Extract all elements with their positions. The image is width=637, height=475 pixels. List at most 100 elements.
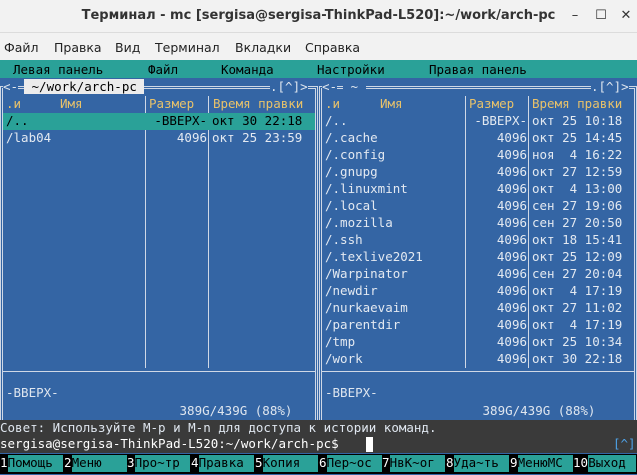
file-mtime: сен 27 20:50 [532, 215, 623, 230]
file-row[interactable]: /newdir 4096 окт 4 17:19 [322, 283, 634, 300]
file-row[interactable]: /tmp 4096 окт 25 10:34 [322, 334, 634, 351]
fkey-4[interactable]: 4 Правка [191, 455, 255, 472]
fkey-label: Про~тр [134, 455, 190, 472]
fkey-6[interactable]: 6 Пер~ос [319, 455, 383, 472]
file-name: /.cache [325, 130, 378, 145]
mc-menu-right-panel[interactable]: Правая панель [429, 62, 527, 77]
menu-help[interactable]: Справка [305, 40, 360, 55]
fkey-10[interactable]: 10 Выход [573, 455, 637, 472]
fkey-8[interactable]: 8 Уда~ть [446, 455, 510, 472]
text-cursor [366, 437, 373, 452]
file-size: 4096 [496, 215, 527, 230]
left-col-time[interactable]: Время правки [213, 96, 303, 111]
right-panel-path[interactable]: ~ [343, 79, 366, 94]
mc-menu-file[interactable]: Файл [148, 62, 178, 77]
right-status: -ВВЕРХ- [325, 385, 378, 400]
fkey-number: 8 [446, 455, 454, 470]
left-panel[interactable]: <- ~/work/arch-pc .[^]> .и Имя Размер Вр… [0, 78, 318, 423]
menu-view[interactable]: Вид [115, 40, 140, 55]
file-row[interactable]: /.texlive2021 4096 окт 25 12:09 [322, 249, 634, 266]
left-disk-usage: 389G/439G (88%) [172, 403, 300, 418]
file-row[interactable]: /.. -ВВЕРХ-окт 30 22:18 [3, 113, 315, 130]
file-size: 4096 [496, 317, 527, 332]
file-size: 4096 [496, 249, 527, 264]
right-col-time[interactable]: Время правки [532, 96, 622, 111]
fkey-number: 3 [127, 455, 135, 470]
file-row[interactable]: /work 4096 окт 30 22:18 [322, 351, 634, 368]
file-row[interactable]: /.local 4096 сен 27 19:06 [322, 198, 634, 215]
mc-menubar: Левая панель Файл Команда Настройки Прав… [0, 60, 637, 78]
left-col-n[interactable]: .и [6, 96, 21, 111]
file-row[interactable]: /.cache 4096 окт 25 14:45 [322, 130, 634, 147]
minimize-icon[interactable]: – [566, 7, 584, 25]
fkey-number: 7 [382, 455, 390, 470]
maximize-icon[interactable]: ☐ [592, 7, 610, 25]
fkey-number: 4 [191, 455, 199, 470]
file-name: /.ssh [325, 232, 363, 247]
menu-file[interactable]: Файл [4, 40, 39, 55]
file-row[interactable]: /.ssh 4096 окт 18 15:41 [322, 232, 634, 249]
mc-menu-settings[interactable]: Настройки [317, 62, 385, 77]
file-mtime: сен 27 19:06 [532, 198, 623, 213]
file-mtime: окт 27 12:59 [532, 164, 623, 179]
file-row[interactable]: /nurkaevaim 4096 окт 27 11:02 [322, 300, 634, 317]
file-mtime: сен 27 20:04 [532, 266, 623, 281]
menu-terminal[interactable]: Терминал [155, 40, 220, 55]
right-col-n[interactable]: .и [325, 96, 340, 111]
fkey-5[interactable]: 5 Копия [255, 455, 319, 472]
left-col-name[interactable]: Имя [60, 96, 83, 111]
file-row[interactable]: /.gnupg 4096 окт 27 12:59 [322, 164, 634, 181]
command-line[interactable]: sergisa@sergisa-ThinkPad-L520:~/work/arc… [0, 436, 637, 453]
file-size: 4096 [176, 130, 207, 145]
mc-menu-command[interactable]: Команда [221, 62, 274, 77]
file-mtime: окт 25 10:18 [532, 113, 623, 128]
file-row[interactable]: /.config 4096 ноя 4 16:22 [322, 147, 634, 164]
terminal-menubar: Файл Правка Вид Терминал Вкладки Справка [0, 33, 637, 60]
file-row[interactable]: /parentdir 4096 окт 4 17:19 [322, 317, 634, 334]
file-row[interactable]: /Warpinator 4096 сен 27 20:04 [322, 266, 634, 283]
file-row[interactable]: /.mozilla 4096 сен 27 20:50 [322, 215, 634, 232]
right-col-name[interactable]: Имя [380, 96, 403, 111]
mc-menu-left-panel[interactable]: Левая панель [13, 62, 103, 77]
fkey-3[interactable]: 3 Про~тр [127, 455, 191, 472]
file-size: -ВВЕРХ- [474, 113, 527, 128]
left-panel-corner-left: <- [3, 79, 19, 94]
window-titlebar: Терминал - mc [sergisa@sergisa-ThinkPad-… [0, 0, 637, 33]
file-row[interactable]: /.linuxmint 4096 окт 4 13:00 [322, 181, 634, 198]
fkey-label: Пер~ос [326, 455, 382, 472]
file-row[interactable]: /lab04 4096 окт 25 23:59 [3, 130, 315, 147]
fkey-label: НвК~ог [389, 455, 445, 472]
file-mtime: окт 25 23:59 [212, 130, 303, 145]
fkey-number: 1 [0, 455, 8, 470]
fkey-9[interactable]: 9 МенюМС [510, 455, 574, 472]
left-panel-corner[interactable]: .[^]> [270, 79, 308, 94]
terminal-area[interactable]: Левая панель Файл Команда Настройки Прав… [0, 60, 637, 475]
file-name: /.mozilla [325, 215, 393, 230]
file-size: 4096 [496, 130, 527, 145]
hint-text: Совет: Используйте M-p и M-n для доступа… [0, 420, 437, 435]
file-mtime: окт 25 10:34 [532, 334, 623, 349]
cmdline-corner[interactable]: [^] [613, 436, 636, 451]
file-size: 4096 [496, 266, 527, 281]
file-name: /nurkaevaim [325, 300, 408, 315]
fkey-number: 2 [64, 455, 72, 470]
fkey-label: Уда~ть [453, 455, 509, 472]
fkey-2[interactable]: 2 Меню [64, 455, 128, 472]
file-size: 4096 [496, 300, 527, 315]
menu-tabs[interactable]: Вкладки [235, 40, 291, 55]
left-col-size[interactable]: Размер [149, 96, 194, 111]
right-col-size[interactable]: Размер [469, 96, 514, 111]
fkey-1[interactable]: 1 Помощь [0, 455, 64, 472]
fkey-number: 6 [319, 455, 327, 470]
close-icon[interactable]: ✕ [617, 7, 635, 25]
file-row[interactable]: /.. -ВВЕРХ-окт 25 10:18 [322, 113, 634, 130]
file-size: 4096 [496, 164, 527, 179]
fkey-7[interactable]: 7 НвК~ог [382, 455, 446, 472]
menu-edit[interactable]: Правка [54, 40, 102, 55]
right-panel[interactable]: <- ~ .[^]> .и Имя Размер Время правки /.… [319, 78, 637, 423]
left-panel-path[interactable]: ~/work/arch-pc [24, 79, 145, 94]
right-panel-corner[interactable]: .[^]> [591, 79, 629, 94]
fkey-label: Меню [71, 455, 127, 472]
file-size: 4096 [496, 283, 527, 298]
file-mtime: окт 4 17:19 [532, 283, 623, 298]
